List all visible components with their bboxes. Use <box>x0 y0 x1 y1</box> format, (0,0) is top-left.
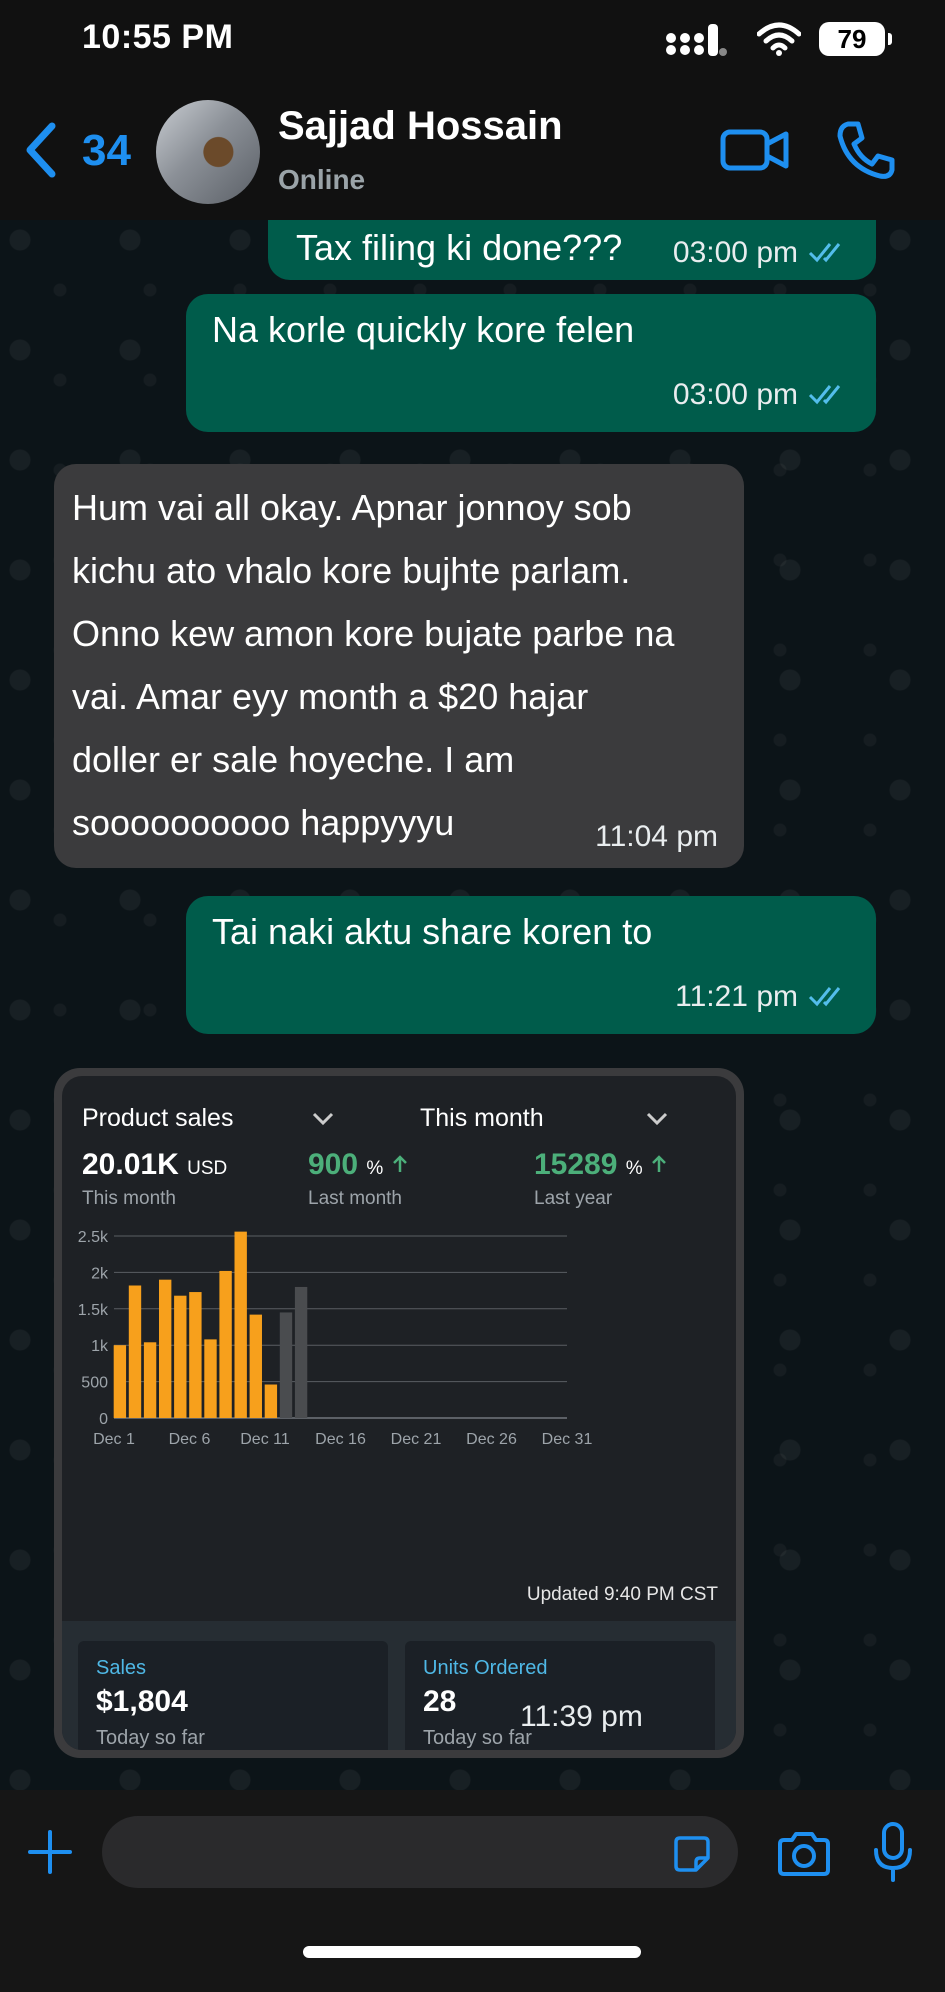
status-icons: 79 <box>665 20 892 60</box>
chart-bar <box>189 1292 202 1418</box>
y-tick-label: 1.5k <box>78 1302 109 1319</box>
chevron-down-icon <box>312 1112 334 1126</box>
status-time: 10:55 PM <box>82 18 234 56</box>
message-meta: 11:04 pm <box>595 816 718 856</box>
plus-icon[interactable] <box>26 1828 74 1876</box>
period-dropdown: This month <box>420 1104 544 1132</box>
signal-icon <box>666 24 727 56</box>
sales-dashboard-screenshot: Product sales This month 20.01K USD This… <box>62 1076 736 1750</box>
updated-timestamp: Updated 9:40 PM CST <box>526 1584 718 1605</box>
kpi-last-year: 15289 % <box>534 1148 667 1182</box>
chart-bar <box>174 1295 187 1418</box>
x-tick-label: Dec 16 <box>315 1431 366 1448</box>
chart-bar <box>294 1286 308 1418</box>
battery-indicator: 79 <box>819 22 892 56</box>
y-tick-label: 2k <box>91 1265 109 1282</box>
message-time: 11:39 pm <box>520 1700 643 1733</box>
y-tick-label: 0 <box>99 1411 108 1428</box>
camera-icon[interactable] <box>776 1830 832 1878</box>
sticker-icon[interactable] <box>672 1834 712 1874</box>
message-text: Hum vai all okay. Apnar jonnoy sob kichu… <box>72 487 675 843</box>
chart-bar <box>279 1312 293 1418</box>
contact-avatar[interactable] <box>156 100 260 204</box>
message-outgoing[interactable]: Tax filing ki done??? 03:00 pm <box>268 220 876 280</box>
status-bar: 10:55 PM 79 <box>0 0 945 80</box>
kpi-label: Last month <box>308 1188 402 1209</box>
x-tick-label: Dec 1 <box>93 1431 135 1448</box>
message-time: 03:00 pm <box>672 235 798 269</box>
arrow-up-icon <box>392 1155 407 1172</box>
back-chevron-icon[interactable] <box>22 120 62 180</box>
chart-bar <box>249 1314 262 1418</box>
phone-call-icon[interactable] <box>834 118 898 182</box>
chart-bar <box>204 1339 217 1418</box>
sales-bar-chart: 0 500 1k 1.5k 2k 2.5k Dec 1 Dec 6 Dec 11 Dec 16 De… <box>78 1229 593 1448</box>
message-meta: 03:00 pm <box>673 232 848 272</box>
chart-bar <box>234 1231 247 1418</box>
message-meta: 11:21 pm <box>675 976 848 1016</box>
message-input[interactable] <box>102 1816 738 1888</box>
x-tick-label: Dec 21 <box>391 1431 442 1448</box>
card-value: 28 <box>423 1685 457 1718</box>
contact-status: Online <box>278 164 366 195</box>
chart-bar <box>219 1270 232 1418</box>
message-text: Tai naki aktu share koren to <box>212 911 653 952</box>
message-text: Na korle quickly kore felen <box>212 309 635 350</box>
kpi-this-month: 20.01K USD <box>82 1148 228 1181</box>
chat-area[interactable]: Tax filing ki done??? 03:00 pm Na korle … <box>0 220 945 1790</box>
message-time: 11:04 pm <box>595 819 718 853</box>
x-tick-label: Dec 6 <box>169 1431 211 1448</box>
message-time: 11:21 pm <box>675 979 798 1013</box>
card-label: Sales <box>96 1657 147 1679</box>
message-outgoing[interactable]: Tai naki aktu share koren to 11:21 pm <box>186 896 876 1034</box>
unread-count[interactable]: 34 <box>82 126 131 176</box>
home-indicator <box>303 1946 641 1958</box>
chart-bar <box>158 1279 172 1418</box>
read-receipt-icon <box>808 243 841 263</box>
y-tick-label: 2.5k <box>78 1229 109 1246</box>
wifi-icon <box>757 22 801 56</box>
kpi-last-month: 900 % <box>308 1148 408 1182</box>
read-receipt-icon <box>808 987 841 1007</box>
chart-bar <box>264 1384 278 1418</box>
microphone-icon[interactable] <box>872 1822 914 1884</box>
chart-bar <box>128 1285 142 1418</box>
y-tick-label: 500 <box>81 1375 108 1392</box>
kpi-label: This month <box>82 1188 176 1209</box>
card-sub: Today so far <box>96 1727 205 1749</box>
chart-bar <box>143 1342 157 1418</box>
chat-header: 34 Sajjad Hossain Online <box>0 80 945 220</box>
message-image[interactable]: Product sales This month 20.01K USD This… <box>54 1068 744 1758</box>
message-incoming[interactable]: Hum vai all okay. Apnar jonnoy sob kichu… <box>54 464 744 868</box>
contact-name[interactable]: Sajjad Hossain <box>278 104 563 149</box>
card-sub: Today so far <box>423 1727 532 1749</box>
kpi-label: Last year <box>534 1188 613 1209</box>
sales-card: Sales $1,804 Today so far <box>78 1641 388 1750</box>
card-value: $1,804 <box>96 1685 188 1718</box>
message-meta: 03:00 pm <box>673 374 848 414</box>
composer-bar <box>0 1790 945 1992</box>
metric-dropdown: Product sales <box>82 1104 234 1132</box>
message-outgoing[interactable]: Na korle quickly kore felen 03:00 pm <box>186 294 876 432</box>
message-text: Tax filing ki done??? <box>296 227 623 268</box>
video-call-icon[interactable] <box>720 122 790 178</box>
read-receipt-icon <box>808 385 841 405</box>
chevron-down-icon <box>646 1112 668 1126</box>
card-label: Units Ordered <box>423 1657 548 1679</box>
x-tick-label: Dec 26 <box>466 1431 517 1448</box>
arrow-up-icon <box>652 1155 666 1172</box>
chart-bar <box>113 1345 127 1418</box>
x-tick-label: Dec 11 <box>240 1431 290 1448</box>
y-tick-label: 1k <box>91 1338 109 1355</box>
x-tick-label: Dec 31 <box>542 1431 593 1448</box>
message-time: 03:00 pm <box>672 377 798 411</box>
